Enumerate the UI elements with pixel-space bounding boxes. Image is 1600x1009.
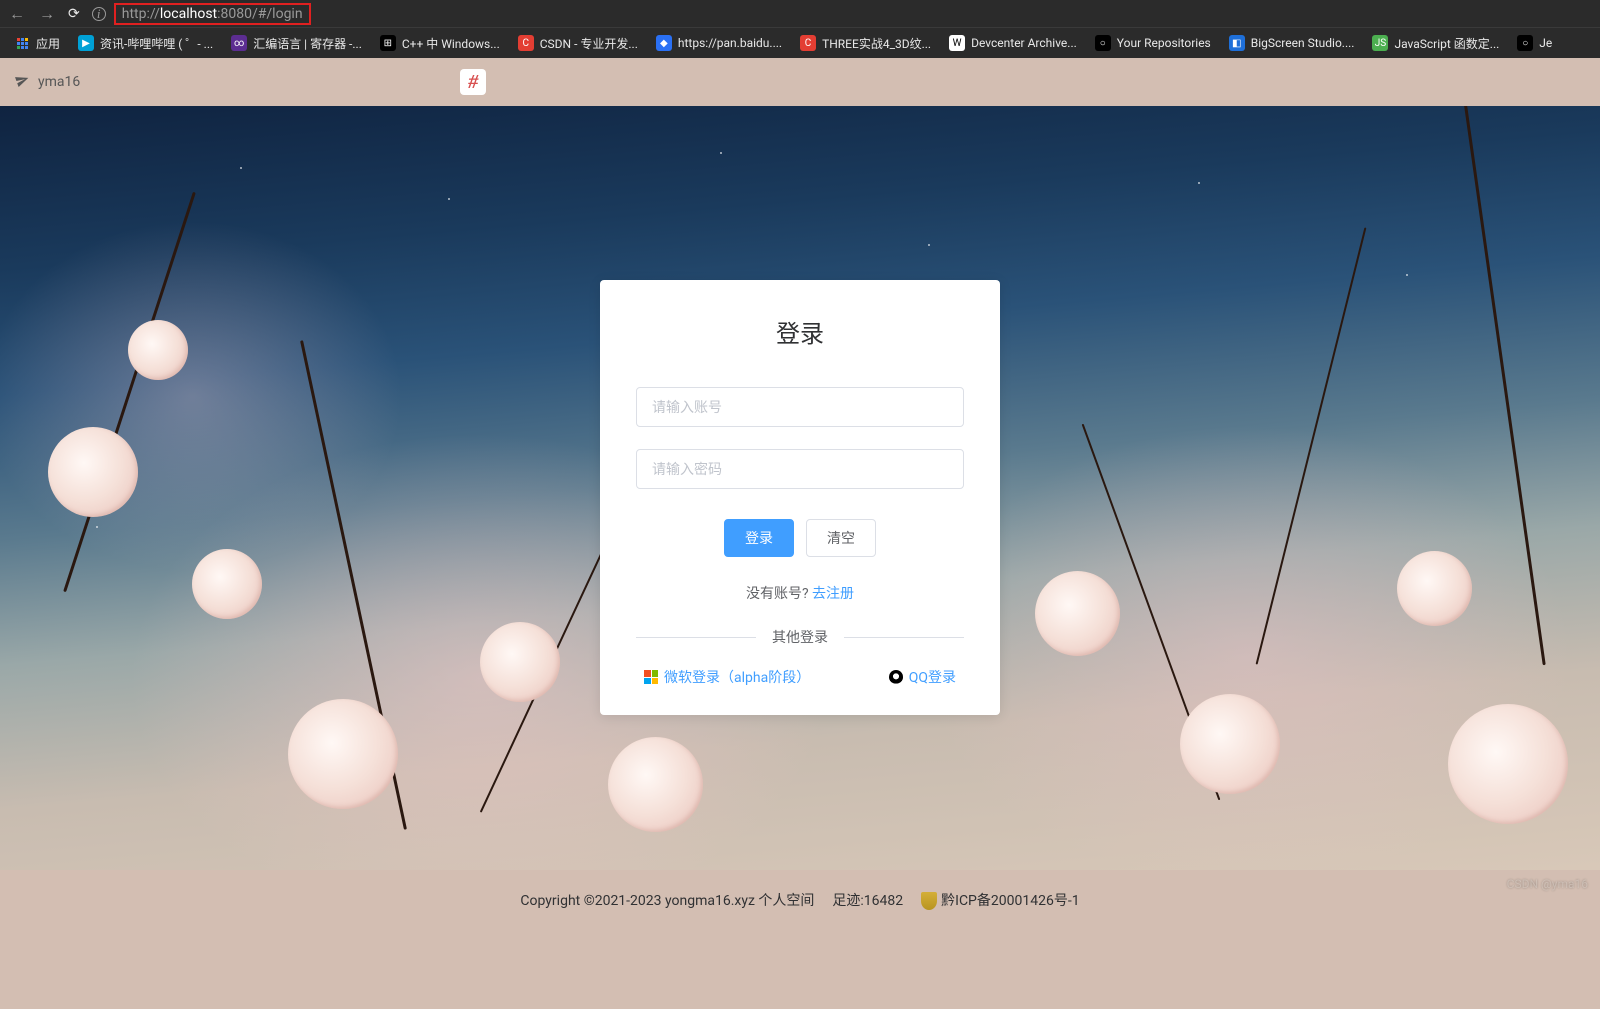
bookmark-favicon: W — [949, 35, 965, 51]
url-text: http://localhost:8080/#/login — [122, 6, 303, 22]
bookmark-label: https://pan.baidu.... — [678, 36, 782, 50]
site-info-icon[interactable]: i — [92, 7, 106, 21]
bookmark-favicon: C — [800, 35, 816, 51]
no-account-text: 没有账号? — [746, 586, 812, 602]
watermark-text: CSDN @yma16 — [1507, 877, 1588, 891]
bookmark-favicon: ○ — [1517, 35, 1533, 51]
qq-icon — [889, 670, 903, 684]
hero-background: 登录 登录 清空 没有账号? 去注册 其他登录 微软登录（alpha阶段） QQ… — [0, 106, 1600, 870]
password-input[interactable] — [636, 449, 964, 489]
bookmark-item-9[interactable]: JS JavaScript 函数定... — [1372, 35, 1499, 52]
other-login-row: 微软登录（alpha阶段） QQ登录 — [636, 667, 964, 687]
bookmark-item-4[interactable]: ◆ https://pan.baidu.... — [656, 35, 782, 51]
bookmark-item-5[interactable]: C THREE实战4_3D纹... — [800, 35, 931, 52]
register-link[interactable]: 去注册 — [812, 586, 854, 602]
forward-button[interactable]: → — [38, 4, 56, 24]
bookmark-item-8[interactable]: ◧ BigScreen Studio.... — [1229, 35, 1355, 51]
url-highlight-box: http://localhost:8080/#/login — [114, 3, 311, 25]
bookmark-favicon: ∞ — [231, 35, 247, 51]
clear-button[interactable]: 清空 — [806, 519, 876, 557]
bookmark-label: BigScreen Studio.... — [1251, 36, 1355, 50]
bookmark-favicon: JS — [1372, 35, 1388, 51]
bookmark-item-1[interactable]: ∞ 汇编语言 | 寄存器 -... — [231, 35, 362, 52]
bookmark-favicon: ◧ — [1229, 35, 1245, 51]
bookmark-bar: 应用 ▶ 资讯-哔哩哔哩 ( ゜- ... ∞ 汇编语言 | 寄存器 -... ⊞ C++… — [0, 27, 1600, 58]
bookmark-favicon: ▶ — [78, 35, 94, 51]
browser-toolbar: ← → ⟳ i http://localhost:8080/#/login — [0, 0, 1600, 27]
register-row: 没有账号? 去注册 — [636, 583, 964, 603]
apps-button[interactable]: 应用 — [14, 35, 60, 52]
username-input[interactable] — [636, 387, 964, 427]
microsoft-icon — [644, 670, 658, 684]
apps-grid-icon — [14, 35, 30, 51]
login-title: 登录 — [636, 314, 964, 349]
bookmark-item-0[interactable]: ▶ 资讯-哔哩哔哩 ( ゜- ... — [78, 35, 213, 52]
bookmark-item-2[interactable]: ⊞ C++ 中 Windows... — [380, 35, 500, 52]
icp-badge-icon — [921, 892, 937, 910]
page-footer: Copyright ©2021-2023 yongma16.xyz 个人空间 足… — [0, 870, 1600, 1009]
bookmark-label: Devcenter Archive... — [971, 36, 1077, 50]
microsoft-login-link[interactable]: 微软登录（alpha阶段） — [644, 667, 810, 687]
bookmark-label: Je — [1539, 36, 1552, 50]
brand-link[interactable]: yma16 — [16, 73, 80, 91]
button-row: 登录 清空 — [636, 519, 964, 557]
brand-text: yma16 — [38, 74, 80, 90]
bookmark-label: JavaScript 函数定... — [1394, 35, 1499, 52]
login-card: 登录 登录 清空 没有账号? 去注册 其他登录 微软登录（alpha阶段） QQ… — [600, 280, 1000, 715]
bookmark-favicon: ◆ — [656, 35, 672, 51]
back-button[interactable]: ← — [8, 4, 26, 24]
bookmark-item-6[interactable]: W Devcenter Archive... — [949, 35, 1077, 51]
visits-text: 足迹:16482 — [832, 890, 903, 910]
other-login-label: 其他登录 — [756, 630, 844, 646]
bookmark-item-7[interactable]: ○ Your Repositories — [1095, 35, 1211, 51]
apps-label: 应用 — [36, 35, 60, 52]
qq-login-link[interactable]: QQ登录 — [889, 667, 956, 687]
bookmark-label: THREE实战4_3D纹... — [822, 35, 931, 52]
bookmark-item-3[interactable]: C CSDN - 专业开发... — [518, 35, 638, 52]
microsoft-login-label: 微软登录（alpha阶段） — [664, 667, 810, 687]
bookmark-label: Your Repositories — [1117, 36, 1211, 50]
bookmark-favicon: ○ — [1095, 35, 1111, 51]
page-header: yma16 # — [0, 58, 1600, 106]
hash-icon[interactable]: # — [460, 69, 486, 95]
bookmark-label: 汇编语言 | 寄存器 -... — [253, 35, 362, 52]
bookmark-favicon: C — [518, 35, 534, 51]
qq-login-label: QQ登录 — [909, 667, 956, 687]
address-bar[interactable]: i http://localhost:8080/#/login — [92, 3, 1592, 25]
icp-link[interactable]: 黔ICP备20001426号-1 — [921, 890, 1079, 910]
bookmark-label: C++ 中 Windows... — [402, 35, 500, 52]
reload-button[interactable]: ⟳ — [68, 6, 80, 22]
bookmark-label: 资讯-哔哩哔哩 ( ゜- ... — [100, 35, 213, 52]
copyright-text: Copyright ©2021-2023 yongma16.xyz 个人空间 — [520, 890, 814, 910]
other-login-divider: 其他登录 — [636, 627, 964, 647]
bookmark-item-10[interactable]: ○ Je — [1517, 35, 1552, 51]
bookmark-favicon: ⊞ — [380, 35, 396, 51]
login-button[interactable]: 登录 — [724, 519, 794, 557]
bookmark-label: CSDN - 专业开发... — [540, 35, 638, 52]
paper-plane-icon — [13, 71, 32, 93]
